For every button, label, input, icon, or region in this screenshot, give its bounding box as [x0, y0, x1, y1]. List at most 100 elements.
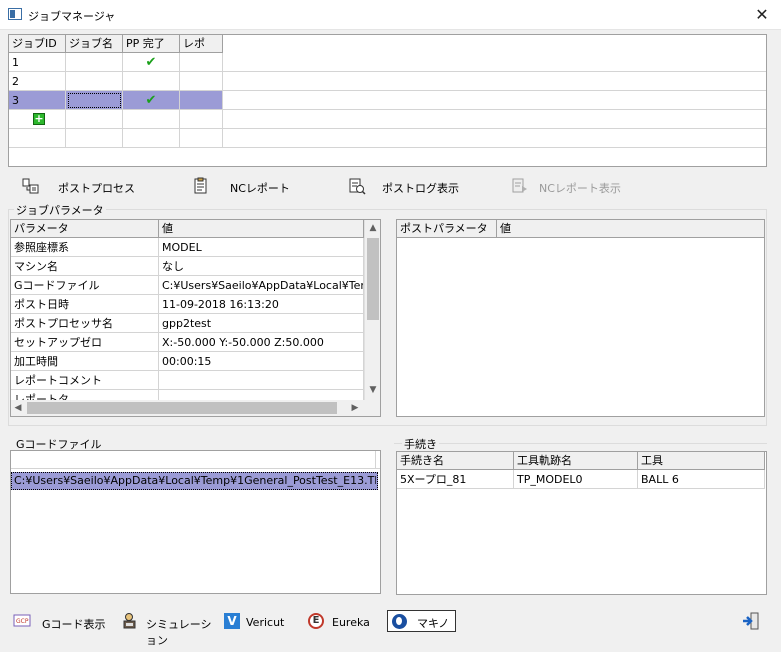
scroll-up-icon[interactable]: ▲ [365, 223, 380, 233]
header-value[interactable]: 値 [159, 220, 364, 238]
header-parameter[interactable]: パラメータ [11, 220, 159, 238]
param-name: 加工時間 [11, 352, 159, 371]
table-row[interactable]: レポートコメント [11, 371, 364, 390]
makino-label: マキノ [417, 617, 450, 630]
header-toolpath-name[interactable]: 工具軌跡名 [514, 452, 638, 470]
check-icon: ✔ [145, 93, 157, 108]
header-report[interactable]: レポ [180, 35, 223, 53]
gcode-file-item[interactable]: C:¥Users¥Saeilo¥AppData¥Local¥Temp¥1Gene… [11, 472, 378, 490]
table-row[interactable]: 参照座標系 MODEL [11, 238, 364, 257]
table-row[interactable]: 2 [9, 72, 766, 91]
report-icon [194, 177, 207, 194]
close-button[interactable]: ✕ [752, 5, 772, 25]
header-procedure-name[interactable]: 手続き名 [397, 452, 514, 470]
toolpath-name: TP_MODEL0 [514, 470, 638, 489]
job-name-cell[interactable] [66, 72, 123, 91]
job-id-cell: 2 [9, 72, 66, 91]
param-value: gpp2test [159, 314, 364, 333]
table-row-selected[interactable]: 3 ✔ [9, 91, 766, 110]
empty-cell [123, 110, 180, 129]
header-job-name[interactable]: ジョブ名 [66, 35, 123, 53]
jobs-table[interactable]: ジョブID ジョブ名 PP 完了 レポ 1 ✔ 2 3 ✔ + [8, 34, 767, 167]
procedure-name: 5Xープロ_81 [397, 470, 514, 489]
toolbar: ポストプロセス NCレポート ポストログ表示 NCレポート表示 [8, 173, 767, 201]
post-process-button[interactable]: ポストプロセス [22, 177, 172, 197]
eureka-icon: E [308, 613, 324, 629]
pp-done-cell: ✔ [123, 53, 180, 72]
job-id-cell: 3 [9, 91, 66, 110]
job-name-cell[interactable] [66, 91, 123, 110]
vericut-button[interactable]: V Vericut [222, 611, 296, 633]
hscroll-thumb[interactable] [27, 402, 337, 414]
header-job-id[interactable]: ジョブID [9, 35, 66, 53]
bottom-toolbar: GCP Gコード表示 シミュレーション V Vericut E Eureka マ… [8, 608, 773, 647]
exit-button[interactable] [739, 610, 763, 632]
report-cell [180, 91, 223, 110]
post-log-icon [349, 178, 366, 195]
post-params-table[interactable]: ポストパラメータ 値 [396, 219, 765, 417]
job-name-cell[interactable] [66, 53, 123, 72]
post-log-button[interactable]: ポストログ表示 [348, 177, 498, 197]
vertical-scrollbar[interactable]: ▲ ▼ [364, 220, 380, 400]
table-row[interactable]: セットアップゼロ X:-50.000 Y:-50.000 Z:50.000 [11, 333, 364, 352]
post-process-icon [22, 178, 39, 194]
param-value [159, 390, 364, 400]
table-row[interactable]: ポストプロセッサ名 gpp2test [11, 314, 364, 333]
gcode-icon: GCP [13, 614, 31, 627]
table-row[interactable]: 1 ✔ [9, 53, 766, 72]
gcode-view-label: Gコード表示 [42, 618, 106, 631]
scroll-down-icon[interactable]: ▼ [365, 385, 380, 395]
param-name: レポートタ [11, 390, 159, 400]
param-name: マシン名 [11, 257, 159, 276]
nc-report-button[interactable]: NCレポート [192, 177, 332, 197]
report-cell [180, 72, 223, 91]
table-row[interactable]: マシン名 なし [11, 257, 364, 276]
gcode-view-button[interactable]: GCP Gコード表示 [12, 611, 112, 633]
eureka-button[interactable]: E Eureka [306, 611, 376, 633]
empty-cell [180, 110, 223, 129]
simulation-button[interactable]: シミュレーション [120, 611, 216, 647]
table-row[interactable]: Gコードファイル C:¥Users¥Saeilo¥AppData¥Local¥T… [11, 276, 364, 295]
header-pp-done[interactable]: PP 完了 [123, 35, 180, 53]
scroll-thumb[interactable] [367, 238, 379, 320]
add-row[interactable]: + [9, 110, 766, 129]
job-params-table[interactable]: パラメータ 値 参照座標系 MODEL マシン名 なし Gコードファイル C:¥… [10, 219, 381, 417]
table-row[interactable]: レポートタ [11, 390, 364, 400]
makino-icon [392, 614, 407, 629]
param-value: X:-50.000 Y:-50.000 Z:50.000 [159, 333, 364, 352]
param-value: 11-09-2018 16:13:20 [159, 295, 364, 314]
post-process-label: ポストプロセス [58, 182, 135, 195]
vericut-label: Vericut [246, 616, 285, 629]
header-tool[interactable]: 工具 [638, 452, 765, 470]
add-job-icon[interactable]: + [33, 113, 45, 125]
add-row-cell: + [9, 110, 66, 129]
param-value [159, 371, 364, 390]
title-bar: ジョブマネージャ ✕ [0, 0, 781, 30]
gcode-file-list[interactable]: C:¥Users¥Saeilo¥AppData¥Local¥Temp¥1Gene… [10, 450, 381, 594]
table-row[interactable]: 5Xープロ_81 TP_MODEL0 BALL 6 [397, 470, 766, 489]
check-icon: ✔ [145, 55, 157, 70]
job-id-cell: 1 [9, 53, 66, 72]
scroll-left-icon[interactable]: ◀ [12, 403, 24, 413]
header-post-parameter[interactable]: ポストパラメータ [397, 220, 497, 238]
simulation-label: シミュレーション [146, 618, 212, 647]
window-title: ジョブマネージャ [28, 10, 116, 23]
horizontal-scrollbar[interactable]: ◀ ▶ [11, 400, 364, 416]
param-name: ポストプロセッサ名 [11, 314, 159, 333]
table-row[interactable]: 加工時間 00:00:15 [11, 352, 364, 371]
scroll-right-icon[interactable]: ▶ [349, 403, 361, 413]
table-row[interactable]: ポスト日時 11-09-2018 16:13:20 [11, 295, 364, 314]
param-name: Gコードファイル [11, 276, 159, 295]
report-cell [180, 53, 223, 72]
param-value: MODEL [159, 238, 364, 257]
procedure-table[interactable]: 手続き名 工具軌跡名 工具 5Xープロ_81 TP_MODEL0 BALL 6 [396, 451, 767, 595]
header-post-value[interactable]: 値 [497, 220, 764, 238]
nc-report-view-button[interactable]: NCレポート表示 [511, 177, 661, 197]
param-name: セットアップゼロ [11, 333, 159, 352]
param-name: ポスト日時 [11, 295, 159, 314]
filler-cell [223, 72, 766, 91]
nc-report-view-label: NCレポート表示 [539, 182, 621, 195]
list-header [11, 451, 380, 469]
simulation-icon [123, 613, 136, 629]
makino-button[interactable]: マキノ [387, 610, 456, 632]
